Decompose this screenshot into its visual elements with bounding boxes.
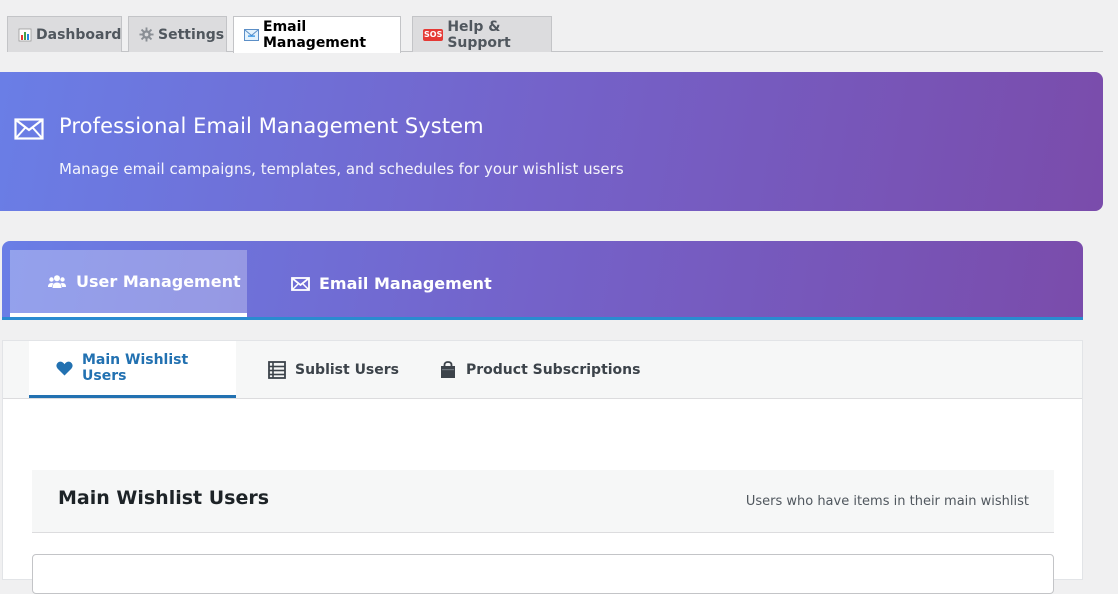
sub-tabs: Main Wishlist Users Sublist Users Produc… xyxy=(3,341,1082,399)
section-header: Main Wishlist Users Users who have items… xyxy=(32,470,1054,533)
store-icon xyxy=(439,360,457,379)
nav-tab-label: Help & Support xyxy=(447,18,511,51)
tab-label: Product Subscriptions xyxy=(466,361,641,378)
nav-tab-label: Settings xyxy=(158,26,225,43)
content-panel: Main Wishlist Users Sublist Users Produc… xyxy=(2,340,1083,594)
tab-label: User Management xyxy=(76,272,241,291)
users-icon xyxy=(47,274,67,290)
tab-product-subscriptions[interactable]: Product Subscriptions xyxy=(439,341,640,398)
tab-label: Email Management xyxy=(319,274,492,293)
section-title: Main Wishlist Users xyxy=(58,487,270,509)
sos-icon: SOS xyxy=(423,28,444,41)
tab-label: Sublist Users xyxy=(295,361,400,378)
tab-email-management[interactable]: Email Management xyxy=(291,250,492,317)
list-icon xyxy=(268,360,286,379)
tab-sublist-users[interactable]: Sublist Users xyxy=(268,341,399,398)
email-icon xyxy=(244,29,259,41)
users-table xyxy=(32,554,1054,594)
tab-main-wishlist-users[interactable]: Main Wishlist Users xyxy=(29,341,236,398)
page-title: Professional Email Management System xyxy=(59,114,484,138)
nav-tab-help-support[interactable]: SOS Help & Support xyxy=(412,16,552,52)
envelope-icon xyxy=(291,276,310,291)
nav-tab-label: Email Management xyxy=(263,19,367,51)
nav-tab-settings[interactable]: Settings xyxy=(128,16,227,52)
tab-label: Main Wishlist Users xyxy=(82,352,189,384)
section-tabs: User Management Email Management xyxy=(2,241,1083,320)
nav-tab-dashboard[interactable]: Dashboard xyxy=(7,16,122,52)
gear-icon xyxy=(139,27,154,42)
top-nav-tabs: Dashboard Settings Email Management SOS … xyxy=(7,16,1103,53)
envelope-icon xyxy=(14,118,44,144)
heart-icon xyxy=(56,361,73,376)
section-description: Users who have items in their main wishl… xyxy=(745,494,1029,509)
nav-tab-label: Dashboard xyxy=(36,26,122,43)
page-subtitle: Manage email campaigns, templates, and s… xyxy=(59,160,624,178)
bar-chart-icon xyxy=(18,28,32,42)
tab-user-management[interactable]: User Management xyxy=(10,250,247,317)
header-banner: Professional Email Management System Man… xyxy=(0,72,1103,211)
nav-tab-email-management[interactable]: Email Management xyxy=(233,16,401,53)
